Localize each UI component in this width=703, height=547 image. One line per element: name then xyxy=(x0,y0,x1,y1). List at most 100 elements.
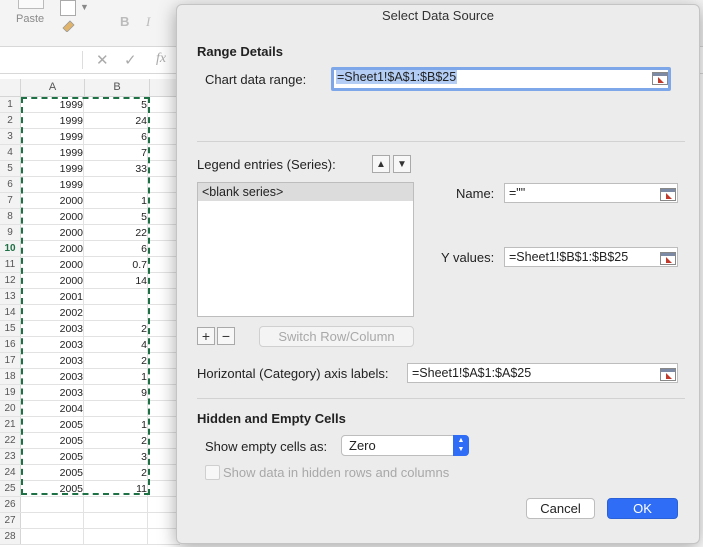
row-header[interactable]: 20 xyxy=(0,401,21,416)
cell-column-b[interactable]: 22 xyxy=(85,225,148,240)
cell-column-a[interactable]: 2003 xyxy=(21,369,84,384)
series-list[interactable]: <blank series> xyxy=(197,182,414,317)
cell-column-b[interactable] xyxy=(85,305,148,320)
row-header[interactable]: 12 xyxy=(0,273,21,288)
show-hidden-data-checkbox[interactable] xyxy=(205,465,220,480)
cell-column-a[interactable]: 2003 xyxy=(21,321,84,336)
cell-column-a[interactable]: 2000 xyxy=(21,241,84,256)
cell-column-a[interactable]: 1999 xyxy=(21,129,84,144)
row-header[interactable]: 3 xyxy=(0,129,21,144)
cell-column-a[interactable]: 2005 xyxy=(21,433,84,448)
move-series-down-button[interactable]: ▼ xyxy=(393,155,411,173)
cell-column-a[interactable]: 2000 xyxy=(21,225,84,240)
row-header[interactable]: 17 xyxy=(0,353,21,368)
cell-column-b[interactable] xyxy=(85,497,148,512)
cell-column-a[interactable]: 1999 xyxy=(21,113,84,128)
chart-data-range-input[interactable]: =Sheet1!$A$1:$B$25 xyxy=(331,67,671,91)
cell-column-a[interactable]: 1999 xyxy=(21,97,84,112)
cancel-button[interactable]: Cancel xyxy=(526,498,595,519)
row-header[interactable]: 10 xyxy=(0,241,21,256)
cell-column-a[interactable]: 1999 xyxy=(21,177,84,192)
row-header[interactable]: 13 xyxy=(0,289,21,304)
remove-series-button[interactable]: − xyxy=(217,327,235,345)
show-empty-cells-select[interactable]: Zero ▲ ▼ xyxy=(341,435,469,456)
row-header[interactable]: 4 xyxy=(0,145,21,160)
select-all-corner[interactable] xyxy=(0,79,21,97)
cell-column-b[interactable]: 33 xyxy=(85,161,148,176)
cell-column-b[interactable] xyxy=(85,513,148,528)
cell-column-b[interactable]: 0.7 xyxy=(85,257,148,272)
row-header[interactable]: 28 xyxy=(0,529,21,544)
axis-labels-collapse-icon[interactable] xyxy=(660,368,676,381)
cell-column-b[interactable]: 2 xyxy=(85,353,148,368)
cell-column-a[interactable]: 2005 xyxy=(21,481,84,496)
cell-column-b[interactable]: 6 xyxy=(85,241,148,256)
cell-column-b[interactable] xyxy=(85,289,148,304)
row-header[interactable]: 19 xyxy=(0,385,21,400)
cell-column-b[interactable]: 11 xyxy=(85,481,148,496)
cell-column-b[interactable]: 2 xyxy=(85,433,148,448)
confirm-edit-icon[interactable]: ✓ xyxy=(124,51,137,69)
cell-column-b[interactable]: 9 xyxy=(85,385,148,400)
switch-row-column-button[interactable]: Switch Row/Column xyxy=(259,326,414,347)
column-header-b[interactable]: B xyxy=(85,79,150,97)
cell-column-a[interactable]: 2005 xyxy=(21,465,84,480)
italic-button[interactable]: I xyxy=(146,14,150,30)
cell-column-b[interactable]: 7 xyxy=(85,145,148,160)
row-header[interactable]: 24 xyxy=(0,465,21,480)
cell-column-a[interactable]: 2000 xyxy=(21,193,84,208)
cell-column-a[interactable]: 2005 xyxy=(21,449,84,464)
cell-column-b[interactable]: 1 xyxy=(85,417,148,432)
chevron-down-icon[interactable]: ▼ xyxy=(80,2,89,12)
cell-column-a[interactable]: 1999 xyxy=(21,145,84,160)
row-header[interactable]: 16 xyxy=(0,337,21,352)
move-series-up-button[interactable]: ▲ xyxy=(372,155,390,173)
cell-column-b[interactable]: 2 xyxy=(85,465,148,480)
series-name-input[interactable]: ="" xyxy=(504,183,678,203)
cell-column-b[interactable]: 2 xyxy=(85,321,148,336)
row-header[interactable]: 21 xyxy=(0,417,21,432)
cell-column-a[interactable]: 2005 xyxy=(21,417,84,432)
add-series-button[interactable]: + xyxy=(197,327,215,345)
category-axis-labels-input[interactable]: =Sheet1!$A$1:$A$25 xyxy=(407,363,678,383)
row-header[interactable]: 25 xyxy=(0,481,21,496)
row-header[interactable]: 15 xyxy=(0,321,21,336)
cell-column-b[interactable]: 14 xyxy=(85,273,148,288)
cell-column-b[interactable]: 24 xyxy=(85,113,148,128)
paste-button-label[interactable]: Paste xyxy=(16,13,44,25)
series-list-item[interactable]: <blank series> xyxy=(198,183,413,201)
row-header[interactable]: 27 xyxy=(0,513,21,528)
cell-column-a[interactable]: 2001 xyxy=(21,289,84,304)
cell-column-a[interactable]: 2004 xyxy=(21,401,84,416)
cell-column-a[interactable]: 2000 xyxy=(21,257,84,272)
cell-column-a[interactable] xyxy=(21,497,84,512)
cell-column-a[interactable]: 2000 xyxy=(21,273,84,288)
cell-column-b[interactable] xyxy=(85,177,148,192)
row-header[interactable]: 18 xyxy=(0,369,21,384)
cell-column-a[interactable] xyxy=(21,513,84,528)
row-header[interactable]: 8 xyxy=(0,209,21,224)
cell-column-a[interactable]: 2000 xyxy=(21,209,84,224)
cell-column-b[interactable]: 3 xyxy=(85,449,148,464)
cell-column-b[interactable] xyxy=(85,529,148,544)
cell-column-a[interactable]: 2003 xyxy=(21,337,84,352)
row-header[interactable]: 14 xyxy=(0,305,21,320)
select-stepper-icon[interactable]: ▲ ▼ xyxy=(453,435,469,456)
format-painter-icon[interactable] xyxy=(62,20,76,32)
insert-function-icon[interactable]: fx xyxy=(156,51,166,67)
row-header[interactable]: 22 xyxy=(0,433,21,448)
collapse-dialog-icon[interactable] xyxy=(652,72,668,85)
row-header[interactable]: 7 xyxy=(0,193,21,208)
y-values-input[interactable]: =Sheet1!$B$1:$B$25 xyxy=(504,247,678,267)
row-header[interactable]: 23 xyxy=(0,449,21,464)
copy-icon[interactable] xyxy=(60,0,76,16)
column-header-a[interactable]: A xyxy=(21,79,85,97)
row-header[interactable]: 1 xyxy=(0,97,21,112)
cancel-edit-icon[interactable]: ✕ xyxy=(96,51,109,69)
cell-column-a[interactable]: 1999 xyxy=(21,161,84,176)
cell-column-a[interactable]: 2003 xyxy=(21,353,84,368)
row-header[interactable]: 2 xyxy=(0,113,21,128)
paste-icon[interactable] xyxy=(18,0,44,9)
row-header[interactable]: 6 xyxy=(0,177,21,192)
cell-column-a[interactable] xyxy=(21,529,84,544)
